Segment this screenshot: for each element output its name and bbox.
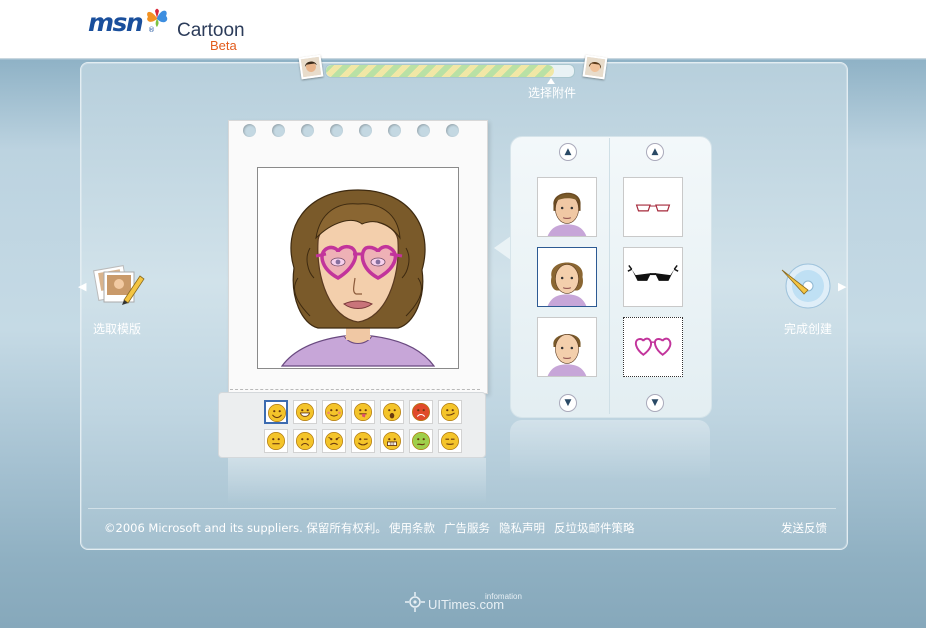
expression-teeth-button[interactable] bbox=[380, 429, 404, 453]
chevron-left-icon: ◀ bbox=[78, 280, 87, 293]
expression-angry-button[interactable] bbox=[409, 400, 433, 424]
angry-face-icon bbox=[412, 403, 430, 421]
notepad-divider bbox=[230, 389, 480, 390]
glasses-thumbnail-3[interactable] bbox=[623, 317, 683, 377]
current-step-label: 选择附件 bbox=[527, 86, 576, 100]
glasses-scroll-down-button[interactable]: ▼ bbox=[646, 394, 664, 412]
expression-smile-button[interactable] bbox=[264, 400, 288, 424]
teeth-face-icon bbox=[383, 432, 401, 450]
thin-red-glasses-icon bbox=[635, 204, 671, 212]
panel-pointer bbox=[494, 236, 511, 260]
binder-hole bbox=[359, 124, 372, 137]
terms-of-use-link[interactable]: 使用条款 bbox=[389, 520, 435, 536]
avatar-notepad bbox=[228, 120, 488, 394]
butterfly-icon bbox=[147, 8, 168, 27]
face-variant-1-icon bbox=[547, 192, 587, 236]
next-step-label: 完成创建 bbox=[783, 322, 832, 336]
tongue-face-icon bbox=[354, 403, 372, 421]
face-thumbnail-2[interactable] bbox=[537, 247, 597, 307]
prev-step-label: 选取模版 bbox=[92, 322, 141, 336]
expression-grid bbox=[264, 400, 484, 456]
next-step-button[interactable]: ▶ 完成创建 bbox=[770, 262, 850, 338]
smirk-face-icon bbox=[441, 403, 459, 421]
expression-calm-button[interactable] bbox=[438, 429, 462, 453]
progress-start-photo bbox=[298, 54, 324, 80]
expression-smirk-button[interactable] bbox=[438, 400, 462, 424]
glasses-scroll-up-button[interactable]: ▲ bbox=[646, 143, 664, 161]
binder-hole bbox=[388, 124, 401, 137]
glasses-thumbnail-2[interactable] bbox=[623, 247, 683, 307]
binder-hole bbox=[272, 124, 285, 137]
footer-divider bbox=[88, 508, 836, 509]
progress-fill bbox=[326, 65, 554, 77]
binder-hole bbox=[243, 124, 256, 137]
progress-bar bbox=[325, 64, 575, 78]
expression-frown-button[interactable] bbox=[322, 429, 346, 453]
cartoon-avatar bbox=[280, 189, 436, 367]
sick-face-icon bbox=[412, 432, 430, 450]
expression-neutral-button[interactable] bbox=[264, 429, 288, 453]
sad-face-icon bbox=[296, 432, 314, 450]
binder-hole bbox=[330, 124, 343, 137]
notepad-reflection bbox=[228, 458, 486, 504]
expression-surprised-button[interactable] bbox=[380, 400, 404, 424]
wink-face-icon bbox=[354, 432, 372, 450]
cartoon-avatar-preview bbox=[257, 167, 459, 369]
accessory-divider bbox=[609, 138, 610, 414]
expression-tongue-button[interactable] bbox=[351, 400, 375, 424]
face-thumbnail-3[interactable] bbox=[537, 317, 597, 377]
binder-hole bbox=[417, 124, 430, 137]
expression-wink-button[interactable] bbox=[351, 429, 375, 453]
expression-sad-button[interactable] bbox=[293, 429, 317, 453]
faces-scroll-down-button[interactable]: ▼ bbox=[559, 394, 577, 412]
glasses-thumbnail-1[interactable] bbox=[623, 177, 683, 237]
beta-tag: Beta bbox=[210, 38, 237, 53]
anti-spam-policy-link[interactable]: 反垃圾邮件策略 bbox=[554, 520, 635, 536]
expression-sick-button[interactable] bbox=[409, 429, 433, 453]
frown-face-icon bbox=[325, 432, 343, 450]
face-variant-3-icon bbox=[547, 334, 587, 376]
blush-face-icon bbox=[325, 403, 343, 421]
send-feedback-link[interactable]: 发送反馈 bbox=[781, 520, 827, 536]
crosshair-logo-icon bbox=[405, 592, 425, 612]
heart-glasses-icon bbox=[634, 337, 672, 356]
expression-blush-button[interactable] bbox=[322, 400, 346, 424]
binder-hole bbox=[446, 124, 459, 137]
face-variant-2-icon bbox=[547, 262, 587, 306]
advertising-link[interactable]: 广告服务 bbox=[444, 520, 490, 536]
smile-face-icon bbox=[268, 404, 286, 422]
neutral-face-icon bbox=[267, 432, 285, 450]
grin-face-icon bbox=[296, 403, 314, 421]
binder-hole bbox=[301, 124, 314, 137]
faces-scroll-up-button[interactable]: ▲ bbox=[559, 143, 577, 161]
template-photos-icon bbox=[93, 265, 145, 305]
msn-logo[interactable]: msn bbox=[88, 8, 144, 37]
copyright-text: ©2006 Microsoft and its suppliers. 保留所有权… bbox=[104, 521, 387, 535]
expression-grin-button[interactable] bbox=[293, 400, 317, 424]
face-thumbnail-1[interactable] bbox=[537, 177, 597, 237]
accessory-panel-reflection bbox=[510, 420, 710, 480]
calm-face-icon bbox=[441, 432, 459, 450]
privacy-link[interactable]: 隐私声明 bbox=[499, 520, 545, 536]
surprised-face-icon bbox=[383, 403, 401, 421]
progress-end-photo bbox=[582, 54, 608, 80]
black-cateye-glasses-icon bbox=[627, 264, 679, 281]
cd-disc-icon bbox=[781, 263, 831, 309]
watermark-sup: infomation bbox=[485, 592, 522, 601]
chevron-right-icon: ▶ bbox=[838, 280, 847, 293]
prev-step-button[interactable]: ◀ 选取模版 bbox=[78, 262, 158, 338]
